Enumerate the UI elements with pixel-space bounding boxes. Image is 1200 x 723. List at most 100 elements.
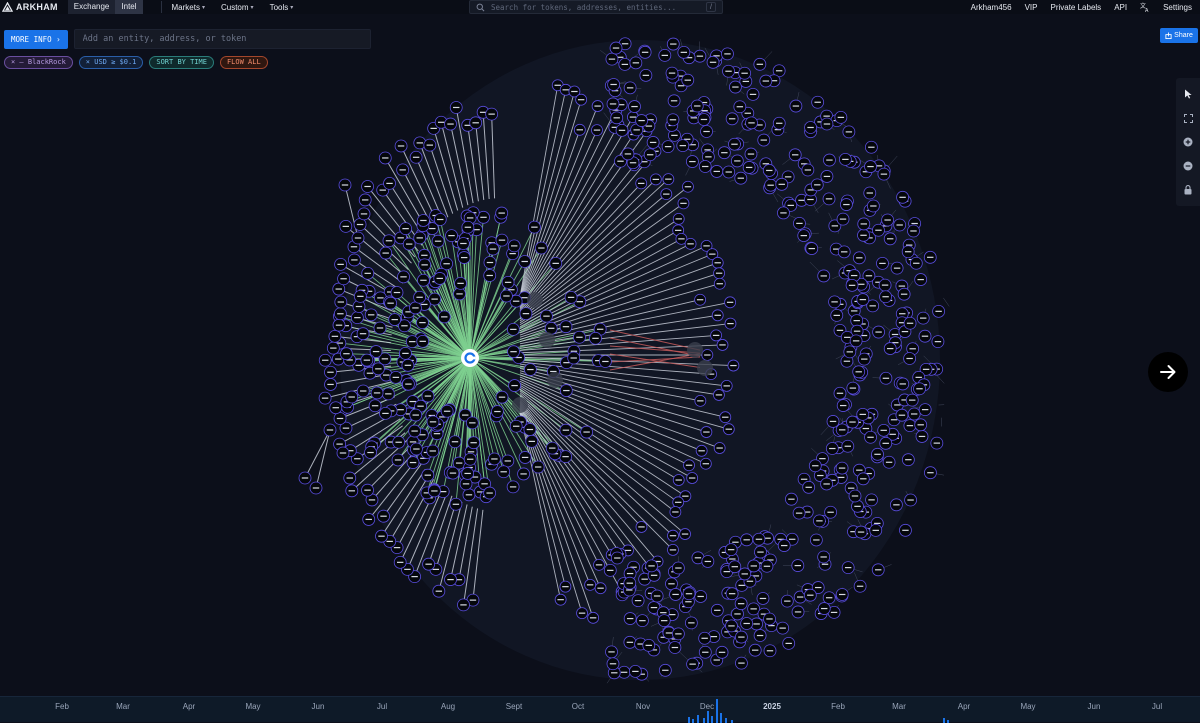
node-label-glyph (705, 156, 711, 157)
node-label-glyph (357, 224, 363, 225)
node-label-glyph (697, 56, 703, 57)
graph-entity-node[interactable] (687, 342, 703, 358)
graph-entity-node[interactable] (539, 332, 555, 348)
node-label-glyph (410, 441, 416, 442)
nav-custom[interactable]: Custom ▾ (221, 3, 254, 12)
node-label-glyph (701, 638, 707, 639)
vip-link[interactable]: VIP (1025, 3, 1038, 12)
graph-toolbar: MORE INFO › (4, 29, 371, 49)
entity-filter-chip[interactable]: × — BlackRock (4, 56, 73, 69)
node-label-glyph (689, 477, 695, 478)
settings-link[interactable]: Settings (1163, 3, 1192, 12)
node-label-glyph (728, 549, 734, 550)
user-account-link[interactable]: Arkham456 (971, 3, 1012, 12)
node-label-glyph (330, 348, 336, 349)
node-label-glyph (822, 564, 828, 565)
node-label-glyph (911, 223, 917, 224)
node-label-glyph (837, 393, 843, 394)
sort-by-time-chip[interactable]: SORT BY TIME (149, 56, 214, 69)
node-label-glyph (748, 122, 754, 123)
node-label-glyph (509, 253, 515, 254)
node-label-glyph (879, 263, 885, 264)
tab-exchange[interactable]: Exchange (68, 0, 116, 14)
zoom-in-icon[interactable] (1182, 136, 1194, 148)
share-label: Share (1174, 32, 1193, 39)
brand[interactable]: ARKHAM (2, 2, 58, 13)
cursor-icon[interactable] (1182, 88, 1194, 100)
search-input[interactable] (491, 3, 700, 12)
node-label-glyph (763, 80, 769, 81)
node-label-glyph (801, 479, 807, 480)
node-label-glyph (695, 557, 701, 558)
node-label-glyph (849, 421, 855, 422)
node-label-glyph (481, 483, 487, 484)
node-label-glyph (380, 190, 386, 191)
next-arrow-button[interactable] (1148, 352, 1188, 392)
node-label-glyph (848, 488, 854, 489)
node-label-glyph (583, 431, 589, 432)
node-label-glyph (430, 450, 436, 451)
node-label-glyph (313, 487, 319, 488)
tab-intel[interactable]: Intel (115, 0, 142, 14)
node-label-glyph (412, 307, 418, 308)
node-label-glyph (523, 313, 529, 314)
graph-entity-node[interactable] (512, 397, 528, 413)
node-label-glyph (841, 251, 847, 252)
flow-all-chip[interactable]: FLOW ALL (220, 56, 268, 69)
node-label-glyph (886, 462, 892, 463)
add-entity-input[interactable] (74, 29, 371, 49)
node-label-glyph (729, 593, 735, 594)
timeline-bar[interactable]: FebMarAprMayJunJulAugSeptOctNovDec2025Fe… (0, 696, 1200, 722)
node-label-glyph (685, 80, 691, 81)
node-label-glyph (427, 145, 433, 146)
zoom-out-icon[interactable] (1182, 160, 1194, 172)
node-label-glyph (357, 296, 363, 297)
usd-filter-chip[interactable]: × USD ≥ $0.1 (79, 56, 144, 69)
entity-graph-canvas[interactable] (0, 0, 1200, 722)
graph-entity-node[interactable] (547, 372, 563, 388)
nav-tools[interactable]: Tools ▾ (270, 3, 294, 12)
node-label-glyph (651, 607, 657, 608)
hub-entity-node[interactable] (461, 349, 479, 367)
node-label-glyph (447, 123, 453, 124)
node-label-glyph (510, 329, 516, 330)
node-label-glyph (420, 341, 426, 342)
lock-icon[interactable] (1182, 184, 1194, 196)
node-label-glyph (906, 358, 912, 359)
node-label-glyph (807, 199, 813, 200)
global-search: / (469, 0, 723, 14)
node-label-glyph (820, 556, 826, 557)
node-label-glyph (846, 131, 852, 132)
node-label-glyph (719, 652, 725, 653)
node-label-glyph (703, 245, 709, 246)
translate-icon[interactable]: 文 A (1140, 2, 1150, 12)
node-label-glyph (642, 52, 648, 53)
private-labels-link[interactable]: Private Labels (1050, 3, 1101, 12)
node-label-glyph (717, 283, 723, 284)
node-label-glyph (689, 664, 695, 665)
node-label-glyph (916, 388, 922, 389)
share-button[interactable]: Share (1160, 28, 1198, 43)
node-label-glyph (394, 547, 400, 548)
node-label-glyph (411, 576, 417, 577)
brand-name: ARKHAM (16, 2, 58, 12)
node-label-glyph (829, 448, 835, 449)
node-label-glyph (382, 413, 388, 414)
fit-to-screen-icon[interactable] (1182, 112, 1194, 124)
node-label-glyph (421, 264, 427, 265)
node-label-glyph (527, 369, 533, 370)
node-label-glyph (590, 617, 596, 618)
more-info-button[interactable]: MORE INFO › (4, 30, 68, 49)
node-label-glyph (873, 530, 879, 531)
node-label-glyph (382, 157, 388, 158)
node-label-glyph (672, 647, 678, 648)
node-label-glyph (450, 473, 456, 474)
api-link[interactable]: API (1114, 3, 1127, 12)
timeline-month-label: Jul (1152, 702, 1162, 711)
graph-entity-node[interactable] (697, 360, 713, 376)
node-label-glyph (460, 604, 466, 605)
graph-entity-node[interactable] (527, 292, 543, 308)
node-label-glyph (920, 318, 926, 319)
node-label-glyph (405, 384, 411, 385)
nav-markets[interactable]: Markets ▾ (172, 3, 205, 12)
